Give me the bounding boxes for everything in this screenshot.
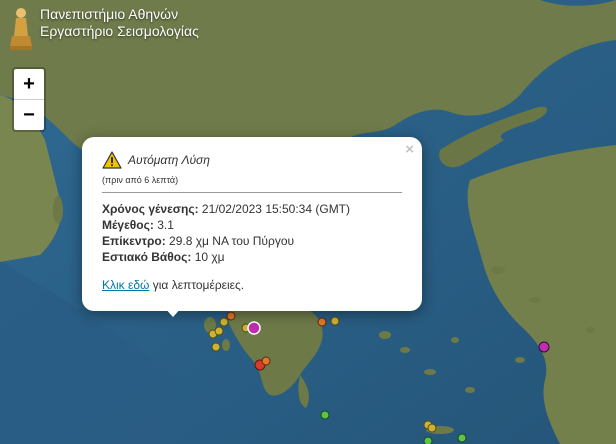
divider bbox=[102, 192, 402, 193]
quake-marker[interactable] bbox=[320, 410, 330, 420]
magnitude-row: Μέγεθος: 3.1 bbox=[102, 217, 402, 233]
quake-marker[interactable] bbox=[423, 436, 433, 444]
origin-time-row: Χρόνος γένεσης: 21/02/2023 15:50:34 (GMT… bbox=[102, 201, 402, 217]
depth-row: Εστιακό Βάθος: 10 χμ bbox=[102, 249, 402, 265]
quake-marker[interactable] bbox=[219, 317, 229, 327]
details-link[interactable]: Κλικ εδώ bbox=[102, 278, 149, 292]
details-suffix: για λεπτομέρειες. bbox=[152, 278, 245, 292]
quake-marker[interactable] bbox=[317, 317, 327, 327]
selected-quake-marker[interactable] bbox=[247, 321, 261, 335]
zoom-control: + − bbox=[12, 67, 46, 132]
quake-popup: × Αυτόματη Λύση (πριν από 6 λεπτά) Χρόνο… bbox=[82, 137, 422, 311]
warning-icon bbox=[102, 151, 122, 169]
header: Πανεπιστήμιο Αθηνών Εργαστήριο Σεισμολογ… bbox=[8, 6, 199, 52]
depth-label: Εστιακό Βάθος: bbox=[102, 250, 192, 264]
epicenter-row: Επίκεντρο: 29.8 χμ ΝΑ του Πύργου bbox=[102, 233, 402, 249]
university-logo-icon bbox=[10, 8, 32, 50]
lab-name: Εργαστήριο Σεισμολογίας bbox=[40, 23, 199, 39]
popup-title-row: Αυτόματη Λύση bbox=[102, 151, 402, 169]
quake-marker[interactable] bbox=[226, 311, 236, 321]
epicenter-label: Επίκεντρο: bbox=[102, 234, 166, 248]
quake-marker[interactable] bbox=[211, 342, 221, 352]
quake-marker[interactable] bbox=[538, 341, 550, 353]
popup-tip bbox=[163, 306, 183, 317]
depth-value: 10 χμ bbox=[194, 250, 225, 264]
university-name: Πανεπιστήμιο Αθηνών bbox=[40, 6, 179, 22]
epicenter-value: 29.8 χμ ΝΑ του Πύργου bbox=[169, 234, 295, 248]
zoom-in-button[interactable]: + bbox=[14, 69, 44, 99]
quake-marker[interactable] bbox=[214, 326, 224, 336]
magnitude-value: 3.1 bbox=[157, 218, 174, 232]
origin-time-value: 21/02/2023 15:50:34 (GMT) bbox=[201, 202, 351, 216]
popup-title: Αυτόματη Λύση bbox=[128, 153, 210, 167]
magnitude-label: Μέγεθος: bbox=[102, 218, 154, 232]
close-popup-button[interactable]: × bbox=[405, 141, 414, 158]
quake-marker[interactable] bbox=[261, 356, 271, 366]
popup-subtitle: (πριν από 6 λεπτά) bbox=[102, 175, 179, 185]
quake-marker[interactable] bbox=[457, 433, 467, 443]
quake-marker[interactable] bbox=[330, 316, 340, 326]
details-row: Κλικ εδώ για λεπτομέρειες. bbox=[102, 278, 402, 292]
quake-marker[interactable] bbox=[427, 423, 437, 433]
origin-time-label: Χρόνος γένεσης: bbox=[102, 202, 199, 216]
zoom-out-button[interactable]: − bbox=[14, 99, 44, 130]
header-text: Πανεπιστήμιο Αθηνών Εργαστήριο Σεισμολογ… bbox=[40, 6, 199, 40]
